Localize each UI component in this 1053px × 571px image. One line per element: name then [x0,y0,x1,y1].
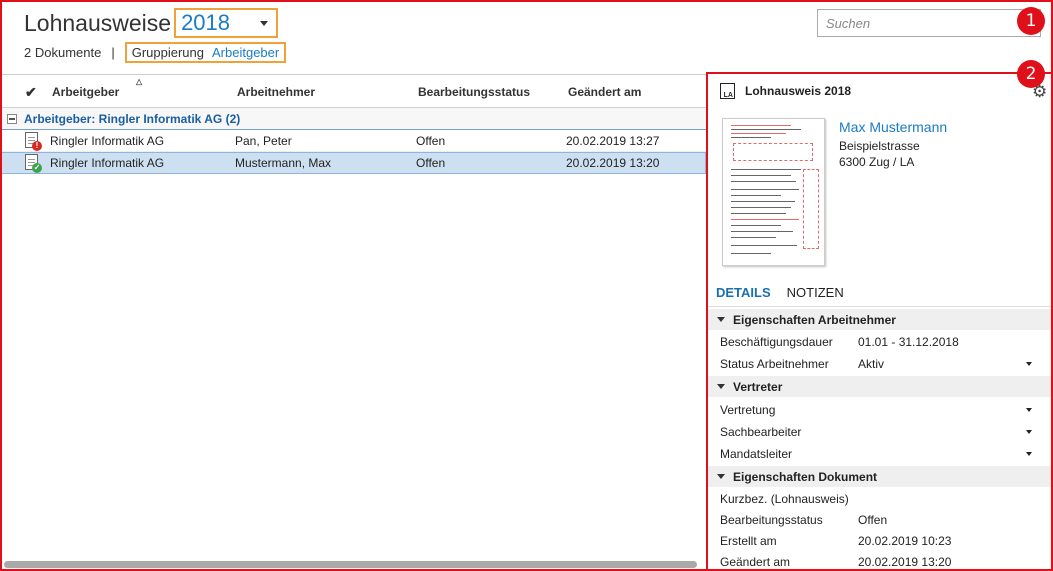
person-street: Beispielstrasse [839,139,920,153]
detail-tabs: DETAILS NOTIZEN [716,285,860,300]
table-row[interactable]: ✓ Ringler Informatik AG Mustermann, Max … [0,152,706,174]
cell-employee: Pan, Peter [235,134,292,148]
property-row[interactable]: Vertretung [706,399,1053,421]
cell-changed: 20.02.2019 13:27 [566,134,660,148]
header-sub-row: 2 Dokumente | Gruppierung Arbeitgeber [24,41,287,63]
property-row: Beschäftigungsdauer 01.01 - 31.12.2018 [706,331,1053,353]
cell-employer: Ringler Informatik AG [50,134,165,148]
property-key: Mandatsleiter [720,447,793,461]
property-key: Geändert am [720,555,791,569]
detail-panel: LA Lohnausweis 2018 ⚙ Max Mustermann Bei… [706,72,1053,571]
column-header-employee[interactable]: Arbeitnehmer [237,85,315,99]
document-grid: ✔ △ Arbeitgeber Arbeitnehmer Bearbeitung… [0,74,706,571]
search-input[interactable] [826,15,1032,31]
person-city: 6300 Zug / LA [839,155,915,169]
cell-employee: Mustermann, Max [235,156,332,170]
cell-changed: 20.02.2019 13:20 [566,156,660,170]
document-count: 2 Dokumente [24,44,102,60]
checkmark-icon[interactable]: ✔ [25,84,37,101]
section-vertreter[interactable]: Vertreter [706,376,1053,397]
property-value: 20.02.2019 10:23 [858,534,952,548]
property-key: Sachbearbeiter [720,425,802,439]
year-value: 2018 [181,10,231,35]
property-row[interactable]: Mandatsleiter [706,443,1053,465]
property-row: Kurzbez. (Lohnausweis) [706,488,1053,510]
property-key: Status Arbeitnehmer [720,357,829,371]
collapse-triangle-icon [717,317,725,322]
document-thumbnail[interactable] [722,118,825,266]
property-key: Beschäftigungsdauer [720,335,833,349]
property-row: Geändert am 20.02.2019 13:20 [706,551,1053,571]
property-key: Kurzbez. (Lohnausweis) [720,492,849,506]
lohnausweis-document-icon: LA [720,83,735,99]
property-row: Bearbeitungsstatus Offen [706,509,1053,531]
detail-title: Lohnausweis 2018 [745,84,852,98]
annotation-marker-2: 2 [1017,60,1045,88]
property-row[interactable]: Status Arbeitnehmer Aktiv [706,353,1053,375]
collapse-icon[interactable] [7,114,17,124]
property-value: 01.01 - 31.12.2018 [858,335,959,349]
page-title: Lohnausweise [24,9,172,36]
grouping-selector[interactable]: Gruppierung Arbeitgeber [124,41,287,63]
table-row[interactable]: ! Ringler Informatik AG Pan, Peter Offen… [0,130,706,152]
dropdown-arrow-icon[interactable] [1026,362,1032,366]
cell-employer: Ringler Informatik AG [50,156,165,170]
search-box[interactable] [817,9,1041,37]
grouping-value[interactable]: Arbeitgeber [212,45,279,60]
dropdown-arrow-icon[interactable] [1026,452,1032,456]
column-header-changed[interactable]: Geändert am [568,85,641,99]
section-title: Eigenschaften Arbeitnehmer [733,313,896,327]
grid-header: ✔ △ Arbeitgeber Arbeitnehmer Bearbeitung… [0,75,706,108]
doc-ok-icon: ✓ [25,154,42,173]
cell-status: Offen [416,134,446,148]
property-value: Aktiv [858,357,885,371]
collapse-triangle-icon [717,474,725,479]
header-title-row: Lohnausweise 2018 [24,8,279,38]
tab-notizen[interactable]: NOTIZEN [787,285,844,300]
property-key: Vertretung [720,403,776,417]
annotation-marker-1: 1 [1017,7,1045,35]
chevron-down-icon [260,20,269,26]
grouping-label: Gruppierung [131,44,204,60]
property-key: Bearbeitungsstatus [720,513,823,527]
section-title: Vertreter [733,380,783,394]
section-eigenschaften-arbeitnehmer[interactable]: Eigenschaften Arbeitnehmer [706,309,1053,330]
column-header-status[interactable]: Bearbeitungsstatus [418,85,530,99]
person-name[interactable]: Max Mustermann [839,119,947,135]
tabs-divider [706,306,1053,307]
section-eigenschaften-dokument[interactable]: Eigenschaften Dokument [706,466,1053,487]
property-row[interactable]: Sachbearbeiter [706,421,1053,443]
dropdown-arrow-icon[interactable] [1026,408,1032,412]
property-row: Erstellt am 20.02.2019 10:23 [706,530,1053,552]
dropdown-arrow-icon[interactable] [1026,430,1032,434]
doc-error-icon: ! [25,132,42,151]
tab-details[interactable]: DETAILS [716,285,771,300]
collapse-triangle-icon [717,384,725,389]
group-row[interactable]: Arbeitgeber: Ringler Informatik AG (2) [0,108,706,130]
group-label: Arbeitgeber: Ringler Informatik AG (2) [24,112,241,126]
section-title: Eigenschaften Dokument [733,470,878,484]
cell-status: Offen [416,156,446,170]
property-value: Offen [858,513,888,527]
property-key: Erstellt am [720,534,777,548]
separator: | [111,44,115,60]
property-value: 20.02.2019 13:20 [858,555,952,569]
column-header-employer[interactable]: Arbeitgeber [52,85,119,99]
sort-ascending-icon: △ [136,77,143,86]
horizontal-scrollbar[interactable] [4,561,697,568]
year-select[interactable]: 2018 [174,8,279,38]
